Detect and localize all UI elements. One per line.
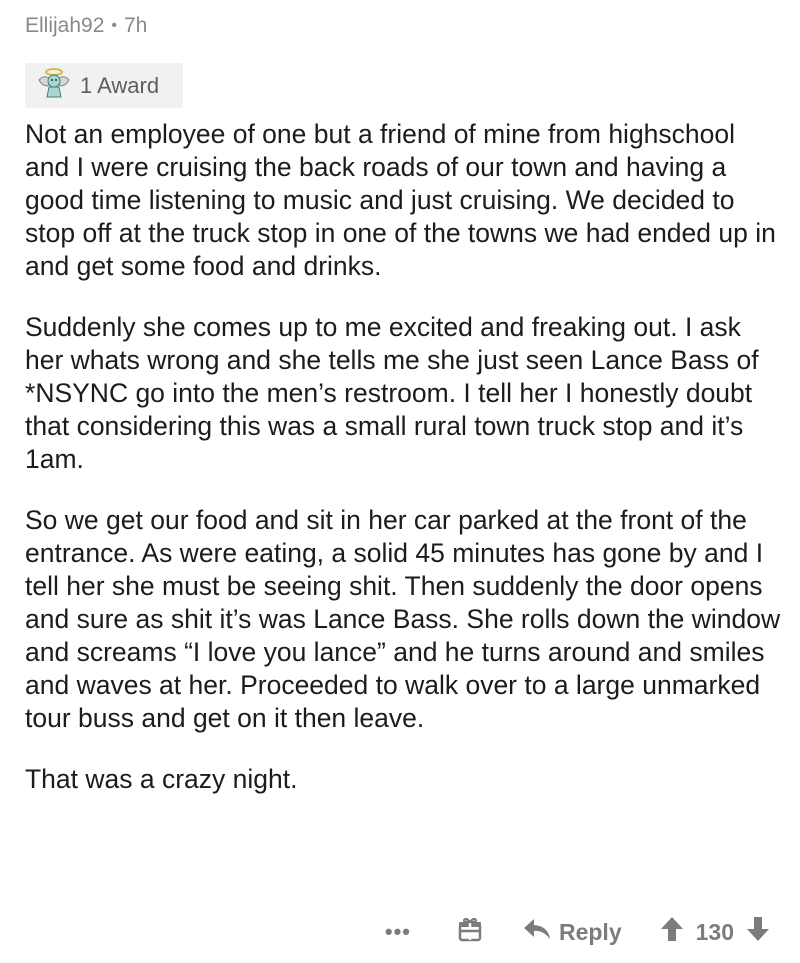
comment-paragraph: So we get our food and sit in her car pa… — [25, 505, 781, 733]
award-badge[interactable]: 1 Award — [25, 63, 183, 108]
reply-arrow-icon — [523, 917, 551, 947]
upvote-button[interactable] — [660, 916, 684, 948]
author-username[interactable]: Ellijah92 — [25, 14, 104, 38]
comment-paragraph: That was a crazy night. — [25, 764, 298, 794]
upvote-arrow-icon — [660, 917, 684, 947]
meta-separator: • — [111, 17, 117, 34]
comment-meta: Ellijah92 • 7h — [25, 14, 147, 38]
vote-controls: 130 — [660, 916, 770, 948]
comment-action-bar: ••• Reply 130 — [385, 912, 770, 952]
comment-paragraph: Not an employee of one but a friend of m… — [25, 119, 776, 281]
gift-icon — [457, 916, 483, 948]
reply-button[interactable]: Reply — [523, 917, 622, 947]
reply-label: Reply — [558, 918, 622, 945]
more-options-button[interactable]: ••• — [385, 919, 411, 945]
comment-paragraph: Suddenly she comes up to me excited and … — [25, 312, 759, 474]
angel-award-icon — [36, 66, 72, 105]
comment-body: Not an employee of one but a friend of m… — [25, 118, 785, 824]
award-count-label: 1 Award — [80, 72, 160, 98]
comment-age[interactable]: 7h — [124, 14, 147, 38]
downvote-arrow-icon — [746, 917, 770, 947]
vote-score: 130 — [695, 918, 734, 945]
downvote-button[interactable] — [746, 916, 770, 948]
give-award-button[interactable] — [457, 916, 483, 948]
